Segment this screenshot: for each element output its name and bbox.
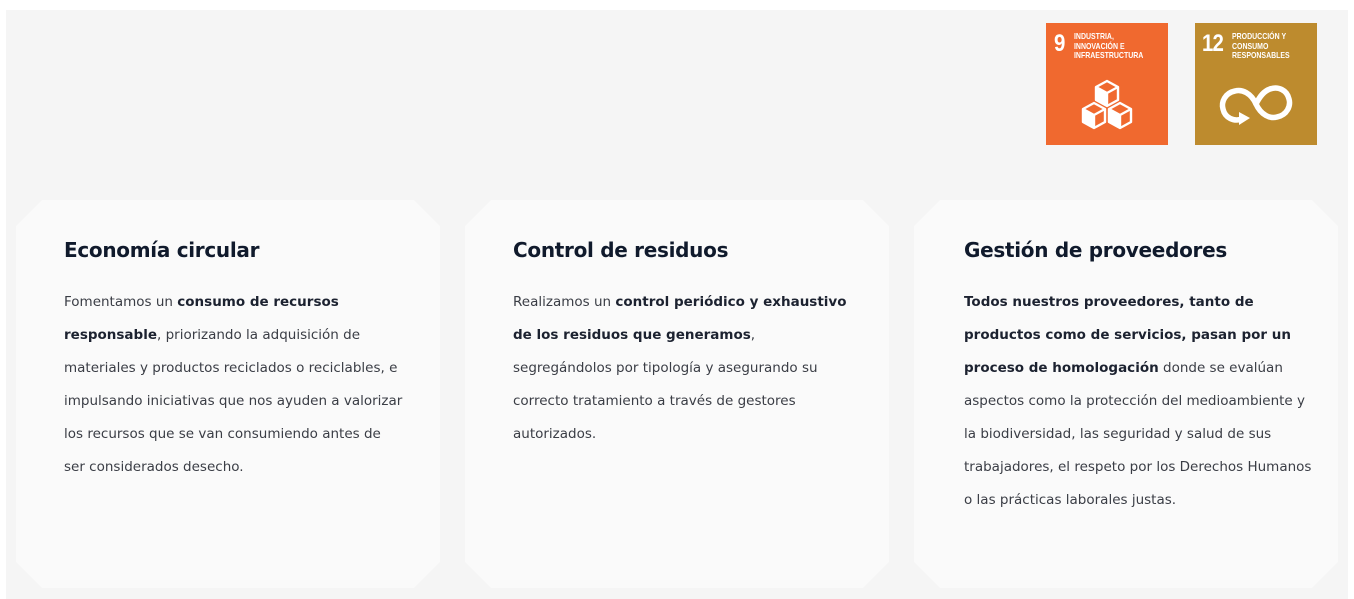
- sdg-12-title: PRODUCCIÓN Y CONSUMO RESPONSABLES: [1232, 31, 1290, 60]
- cubes-icon: [1081, 79, 1133, 130]
- card-text-segment: Fomentamos un: [64, 294, 178, 310]
- card-description: Realizamos un control periódico y exhaus…: [513, 286, 853, 451]
- card-economia-circular: Economía circular Fomentamos un consumo …: [16, 200, 440, 588]
- card-title: Control de residuos: [513, 238, 729, 262]
- sdg-12-number: 12: [1202, 30, 1224, 57]
- card-text-segment: donde se evalúan aspectos como la protec…: [964, 360, 1312, 508]
- infinity-loop-icon: [1219, 85, 1293, 125]
- card-description: Fomentamos un consumo de recursos respon…: [64, 286, 404, 484]
- card-text-segment: , segregándolos por tipología y aseguran…: [513, 327, 818, 442]
- sdg-9-badge[interactable]: 9 INDUSTRIA, INNOVACIÓN E INFRAESTRUCTUR…: [1046, 23, 1168, 145]
- sustainability-section: 9 INDUSTRIA, INNOVACIÓN E INFRAESTRUCTUR…: [6, 10, 1348, 599]
- card-description: Todos nuestros proveedores, tanto de pro…: [964, 286, 1314, 517]
- sdg-9-title: INDUSTRIA, INNOVACIÓN E INFRAESTRUCTURA: [1074, 31, 1144, 60]
- card-gestion-proveedores: Gestión de proveedores Todos nuestros pr…: [914, 200, 1338, 588]
- card-title: Economía circular: [64, 238, 260, 262]
- sdg-9-number: 9: [1054, 30, 1065, 57]
- card-text-segment: Realizamos un: [513, 294, 616, 310]
- sdg-12-badge[interactable]: 12 PRODUCCIÓN Y CONSUMO RESPONSABLES: [1195, 23, 1317, 145]
- card-text-segment: , priorizando la adquisición de material…: [64, 327, 403, 475]
- card-control-residuos: Control de residuos Realizamos un contro…: [465, 200, 889, 588]
- card-title: Gestión de proveedores: [964, 238, 1227, 262]
